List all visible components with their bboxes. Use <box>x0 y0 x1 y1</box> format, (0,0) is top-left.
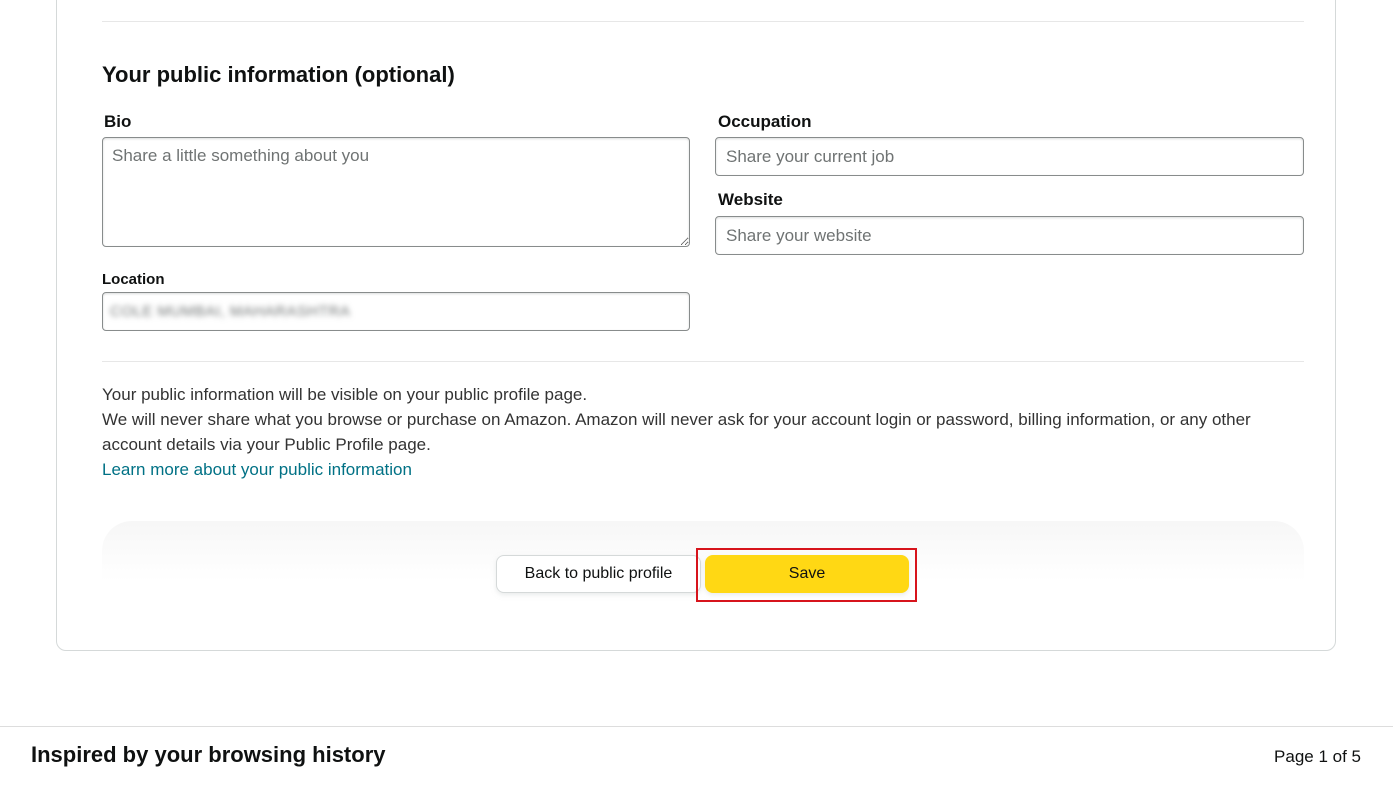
page-indicator: Page 1 of 5 <box>1274 747 1361 766</box>
location-label: Location <box>102 271 165 288</box>
occupation-label: Occupation <box>718 112 812 131</box>
public-info-notice: Your public information will be visible … <box>102 382 1282 482</box>
section-title: Your public information (optional) <box>102 62 455 87</box>
info-line-2: We will never share what you browse or p… <box>102 410 1251 454</box>
top-divider <box>102 21 1304 22</box>
bio-label: Bio <box>104 112 132 131</box>
website-label: Website <box>718 190 783 209</box>
save-button[interactable]: Save <box>705 555 909 593</box>
back-to-profile-button[interactable]: Back to public profile <box>496 555 701 593</box>
location-value: COLE MUMBAI, MAHARASHTRA <box>110 303 351 320</box>
browsing-history-title: Inspired by your browsing history <box>31 742 386 767</box>
footer-divider <box>0 726 1393 727</box>
learn-more-link[interactable]: Learn more about your public information <box>102 460 412 479</box>
info-line-1: Your public information will be visible … <box>102 385 588 404</box>
bio-textarea[interactable] <box>102 137 690 247</box>
website-input[interactable] <box>715 216 1304 255</box>
mid-divider <box>102 361 1304 362</box>
occupation-input[interactable] <box>715 137 1304 176</box>
